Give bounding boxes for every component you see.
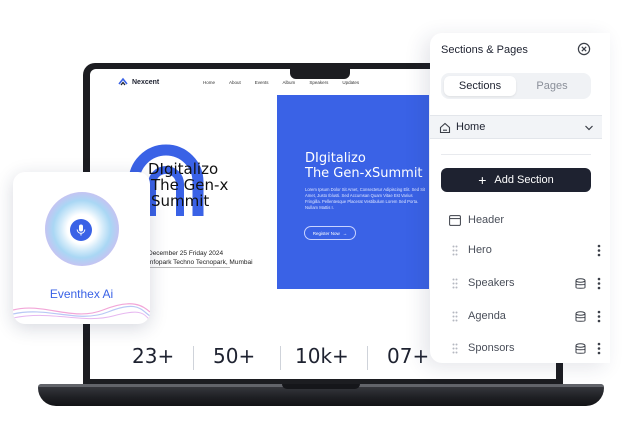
add-section-label: Add Section — [494, 174, 554, 186]
hero-title-line3: Summit — [151, 192, 210, 210]
section-item-sponsors[interactable]: Sponsors — [430, 339, 610, 359]
close-icon[interactable] — [577, 42, 591, 56]
section-header-item[interactable]: Header — [449, 214, 504, 226]
tab-pages[interactable]: Pages — [516, 76, 588, 96]
hero-date-line1: December 25 Friday 2024 — [148, 250, 224, 257]
nav-link-home[interactable]: Home — [198, 79, 215, 86]
laptop-opening-groove — [282, 384, 360, 389]
section-item-label: Speakers — [468, 277, 515, 289]
blue-panel-title: DIgitalizo The Gen-xSummit — [305, 151, 423, 181]
hero-title-line2: The Gen-x — [151, 176, 229, 194]
more-options-icon[interactable] — [597, 277, 601, 290]
tab-sections[interactable]: Sections — [444, 76, 516, 96]
drag-handle-icon[interactable] — [452, 245, 458, 256]
site-nav-links: Home About Events Album Speakers Updates — [198, 79, 359, 86]
ai-wave-decoration — [13, 303, 150, 321]
drag-handle-icon[interactable] — [452, 343, 458, 354]
blue-title-line2: The Gen-xSummit — [305, 166, 423, 181]
database-icon[interactable] — [575, 311, 586, 323]
stat-divider — [280, 346, 281, 370]
add-section-button[interactable]: + Add Section — [441, 168, 591, 192]
stat-value: 10k+ — [295, 344, 349, 368]
section-item-agenda[interactable]: Agenda — [430, 307, 610, 327]
database-icon[interactable] — [575, 343, 586, 355]
camera-notch — [290, 69, 350, 79]
chevron-down-icon — [585, 125, 593, 131]
section-item-hero[interactable]: Hero — [430, 241, 610, 261]
section-header-label: Header — [468, 214, 505, 226]
hero-divider — [150, 267, 230, 268]
nav-link-events[interactable]: Events — [255, 80, 269, 85]
hero-date-line2: Infopark Techno Tecnopark, Mumbai — [148, 259, 253, 266]
more-options-icon[interactable] — [597, 342, 601, 355]
nav-link-about[interactable]: About — [229, 80, 241, 85]
brand-logo-icon — [118, 77, 128, 86]
register-now-button[interactable]: Register Now → — [304, 226, 356, 240]
section-item-speakers[interactable]: Speakers — [430, 274, 610, 294]
sections-pages-toggle: Sections Pages — [441, 73, 591, 99]
hero-title: DIgitalizo The Gen-x Summit — [148, 161, 228, 209]
hero-date: December 25 Friday 2024 Infopark Techno … — [148, 249, 253, 267]
stat-value: 50+ — [213, 344, 256, 368]
drag-handle-icon[interactable] — [452, 311, 458, 322]
site-brand[interactable]: Nexcent — [118, 77, 159, 87]
stat-divider — [193, 346, 194, 370]
microphone-icon — [76, 224, 86, 236]
panel-title: Sections & Pages — [441, 44, 528, 56]
brand-name: Nexcent — [132, 78, 160, 86]
stat-value: 23+ — [132, 344, 175, 368]
section-item-label: Sponsors — [468, 342, 515, 354]
database-icon[interactable] — [575, 278, 586, 290]
microphone-button[interactable] — [70, 219, 92, 241]
ai-assistant-card[interactable]: Eventhex Ai — [13, 172, 150, 324]
section-item-label: Hero — [468, 244, 492, 256]
section-item-label: Agenda — [468, 310, 506, 322]
blue-panel-body: Lorem Ipsum Dolor Sit Amet, Consectetur … — [305, 187, 426, 210]
sections-pages-panel: Sections & Pages Sections Pages Home + A… — [430, 33, 610, 363]
plus-icon: + — [478, 172, 487, 188]
nav-link-speakers[interactable]: Speakers — [309, 80, 328, 85]
panel-divider — [441, 154, 591, 155]
page-select-value: Home — [456, 121, 486, 133]
ai-assistant-label: Eventhex Ai — [49, 287, 114, 301]
stat-divider — [367, 346, 368, 370]
home-icon — [439, 122, 451, 134]
register-now-label: Register Now — [312, 230, 340, 236]
layout-header-icon — [449, 214, 461, 226]
drag-handle-icon[interactable] — [452, 278, 458, 289]
more-options-icon[interactable] — [597, 244, 601, 257]
nav-link-album[interactable]: Album — [283, 80, 296, 85]
page-select-dropdown[interactable]: Home — [430, 115, 602, 139]
stat-value: 07+ — [387, 344, 430, 368]
hero-blue-panel: DIgitalizo The Gen-xSummit Lorem Ipsum D… — [277, 95, 429, 289]
more-options-icon[interactable] — [597, 310, 601, 323]
arrow-right-icon: → — [342, 230, 348, 236]
blue-title-line1: DIgitalizo — [305, 151, 366, 166]
nav-link-updates[interactable]: Updates — [342, 80, 359, 85]
